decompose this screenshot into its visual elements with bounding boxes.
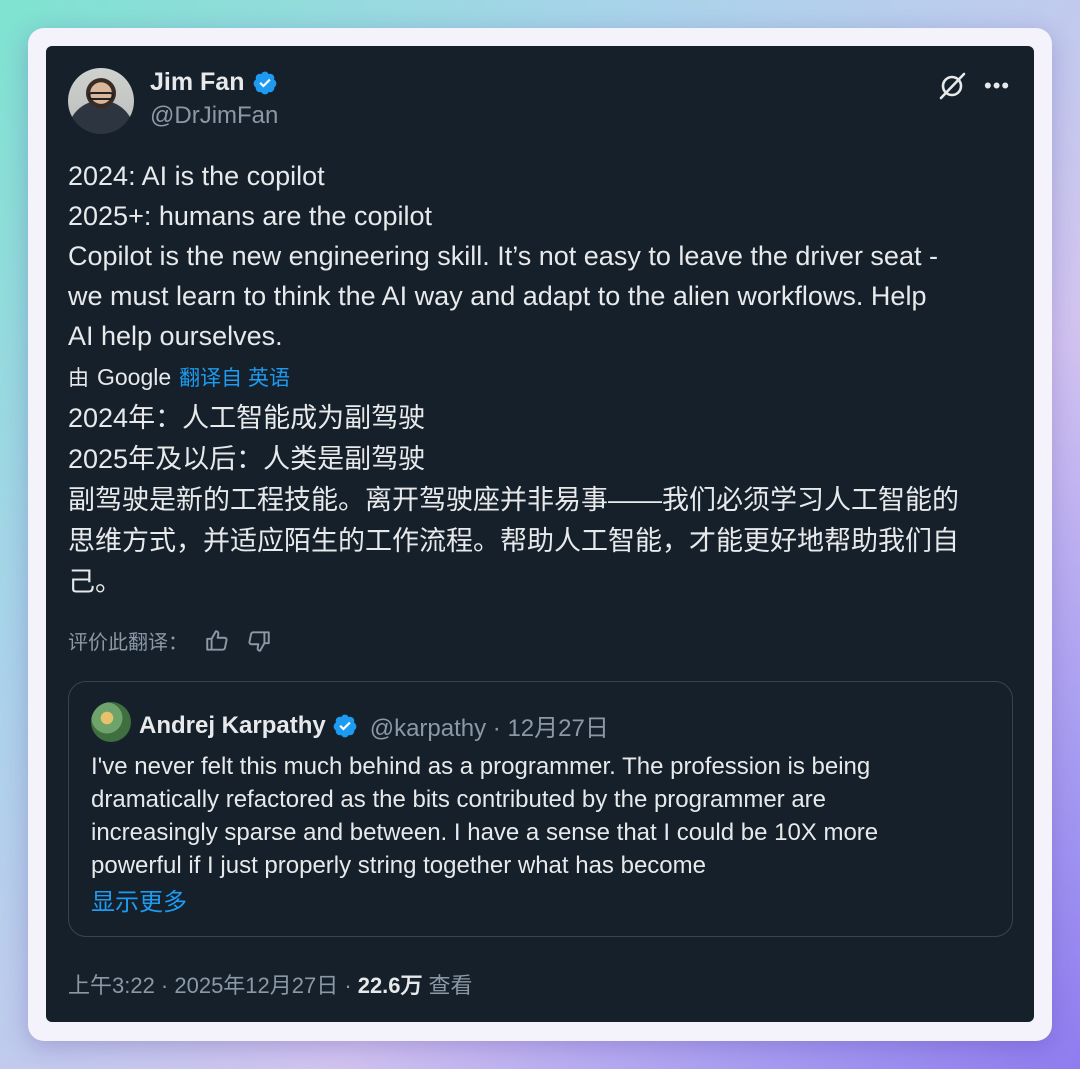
grok-icon[interactable]: [936, 70, 968, 102]
author-name-row: Jim Fan: [150, 68, 278, 97]
translated-by-label: 由: [68, 367, 89, 390]
verified-badge-icon: [254, 71, 277, 94]
google-logo: Google: [97, 363, 172, 390]
author-avatar[interactable]: [68, 68, 134, 134]
quoted-handle-date: @karpathy · 12月27日: [369, 715, 609, 742]
tweet-card: Jim Fan @DrJimFan ••• 2024: AI is the co…: [46, 46, 1034, 1022]
quoted-tweet-header: Andrej Karpathy @karpathy · 12月27日: [139, 708, 609, 743]
thumbs-down-icon[interactable]: [246, 628, 272, 654]
translated-text: 2024年：人工智能成为副驾驶 2025年及以后：人类是副驾驶 副驾驶是新的工程…: [68, 403, 959, 597]
rate-translation-row: 评价此翻译：: [68, 626, 272, 655]
quoted-author-name[interactable]: Andrej Karpathy: [139, 712, 326, 740]
translate-source-link[interactable]: 翻译自 英语: [179, 362, 290, 392]
author-handle[interactable]: @DrJimFan: [150, 102, 278, 130]
quoted-tweet-text: I've never felt this much behind as a pr…: [91, 753, 879, 879]
avatar-glasses: [88, 92, 114, 100]
author-name[interactable]: Jim Fan: [150, 68, 244, 97]
more-options-icon[interactable]: •••: [984, 75, 1010, 97]
rate-translation-label: 评价此翻译：: [68, 632, 188, 654]
verified-badge-icon: [333, 714, 357, 737]
translation-attribution: 由 Google 翻译自 英语: [68, 362, 290, 392]
views-count: 22.6万: [357, 973, 423, 998]
tweet-timestamp[interactable]: 上午3:22 · 2025年12月27日 ·: [68, 968, 352, 1000]
views-label: 查看: [428, 973, 473, 998]
quoted-author-avatar[interactable]: [91, 702, 131, 742]
tweet-text: 2024: AI is the copilot 2025+: humans ar…: [68, 161, 938, 351]
tweet-footer: 上午3:22 · 2025年12月27日 · 22.6万 查看: [68, 968, 473, 1000]
thumbs-up-icon[interactable]: [204, 628, 230, 654]
quoted-tweet[interactable]: Andrej Karpathy @karpathy · 12月27日 I've …: [68, 681, 1013, 937]
show-more-link[interactable]: 显示更多: [91, 882, 187, 917]
